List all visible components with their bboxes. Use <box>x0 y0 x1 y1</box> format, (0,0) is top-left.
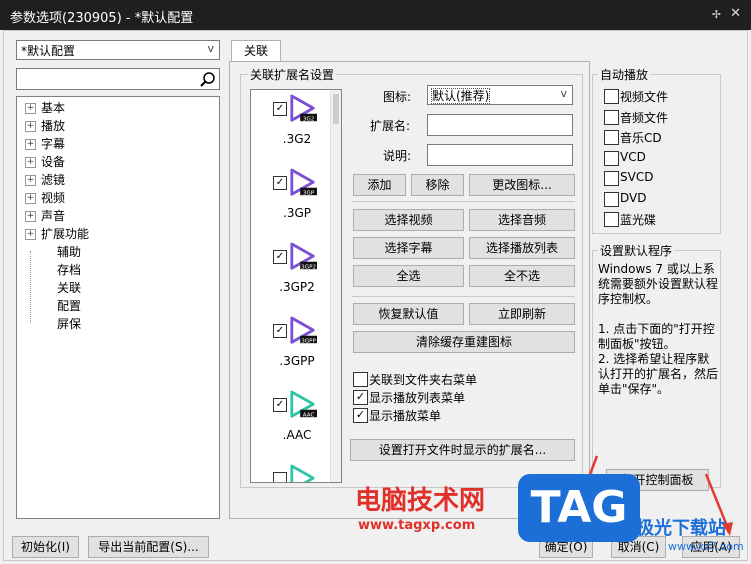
tag-logo: TAG <box>518 474 640 542</box>
watermark-brand: 电脑技术网 <box>355 486 486 516</box>
watermark-site2: 极光下载站 <box>636 518 726 539</box>
watermark-site2-url: www.xz7.com <box>668 540 744 553</box>
watermark-url: www.tagxp.com <box>358 518 476 533</box>
